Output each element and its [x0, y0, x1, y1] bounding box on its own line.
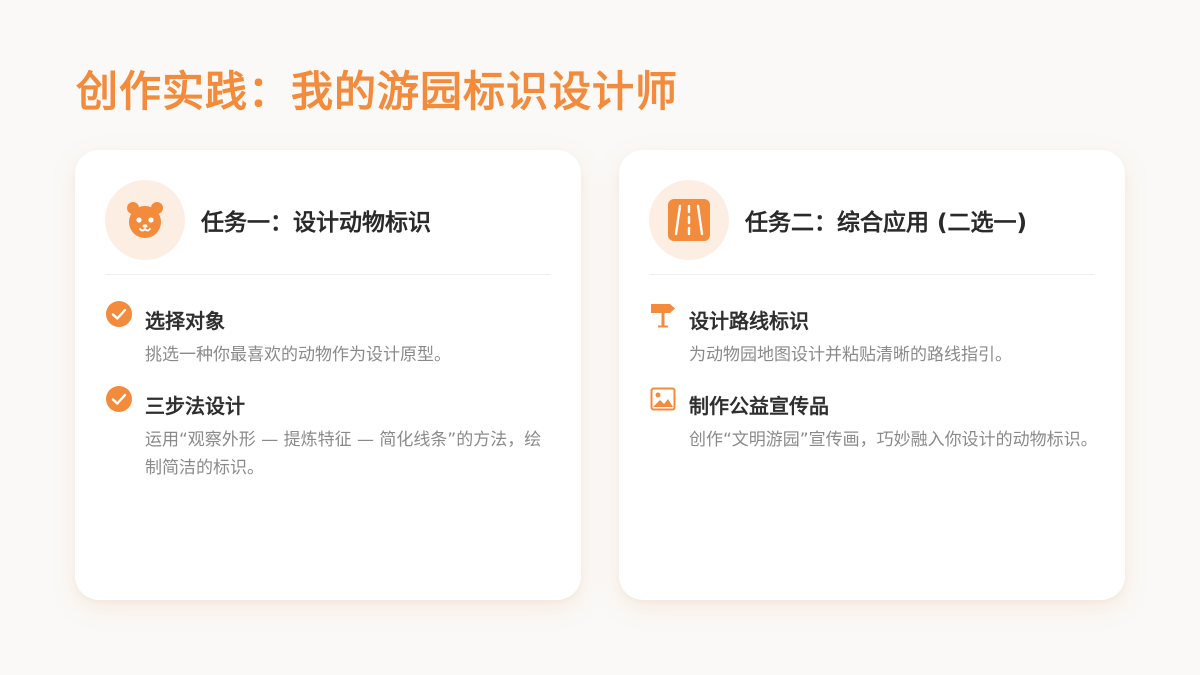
task-item-desc: 挑选一种你最喜欢的动物作为设计原型。 — [145, 345, 451, 365]
divider — [649, 274, 1095, 275]
image-icon — [650, 387, 676, 411]
task-item-title: 选择对象 — [145, 309, 225, 333]
task-card-header: 任务二：综合应用 (二选一) — [649, 180, 1095, 260]
task-icon-badge — [105, 180, 185, 260]
task-item-desc: 运用“观察外形 — 提炼特征 — 简化线条”的方法，绘制简洁的标识。 — [145, 430, 542, 478]
task-item-desc: 创作“文明游园”宣传画，巧妙融入你设计的动物标识。 — [689, 430, 1098, 450]
page-title: 创作实践：我的游园标识设计师 — [76, 67, 679, 116]
panda-face-icon — [127, 202, 163, 238]
task-card-title: 任务二：综合应用 (二选一) — [745, 210, 1028, 236]
task-card-1: 任务一：设计动物标识 选择对象 挑选一种你最喜欢的动物作为设计原型。 三步法设计… — [75, 150, 581, 600]
task-item-title: 制作公益宣传品 — [689, 394, 829, 418]
task-card-title: 任务一：设计动物标识 — [201, 210, 431, 236]
task-item-desc: 为动物园地图设计并粘贴清晰的路线指引。 — [689, 345, 1012, 365]
check-circle-icon — [106, 386, 132, 412]
task-item-title: 三步法设计 — [145, 394, 245, 418]
task-icon-badge — [649, 180, 729, 260]
task-item-title: 设计路线标识 — [689, 309, 809, 333]
slide: 创作实践：我的游园标识设计师 任务一：设计动物标识 选择对象 挑选一种你最喜欢的… — [0, 0, 1200, 675]
divider — [105, 274, 551, 275]
task-card-header: 任务一：设计动物标识 — [105, 180, 551, 260]
signpost-icon — [651, 304, 675, 328]
check-circle-icon — [106, 301, 132, 327]
road-icon — [668, 199, 710, 241]
task-card-2: 任务二：综合应用 (二选一) 设计路线标识 为动物园地图设计并粘贴清晰的路线指引… — [619, 150, 1125, 600]
